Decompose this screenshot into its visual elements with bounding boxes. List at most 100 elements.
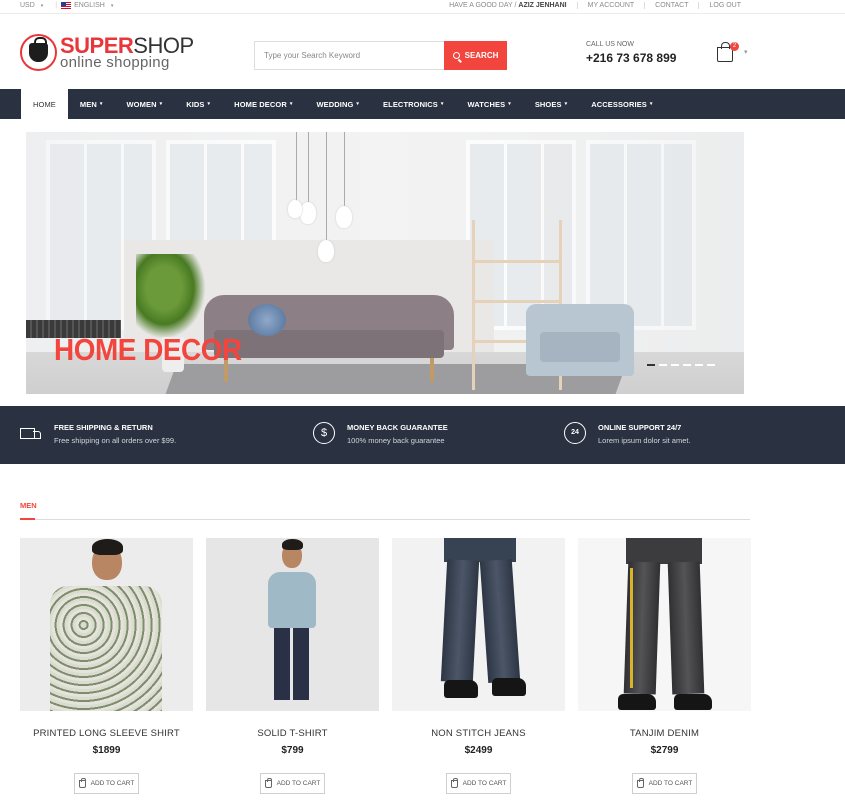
banner-title: HOME DECOR xyxy=(54,332,242,367)
contact-link[interactable]: CONTACT xyxy=(644,2,698,9)
main-nav: HOME MEN ▾ WOMEN ▾ KIDS ▾ HOME DECOR ▾ WEDDI… xyxy=(0,89,845,119)
product-image[interactable] xyxy=(578,538,751,711)
us-flag-icon xyxy=(61,2,72,9)
product-figure-shoe xyxy=(674,694,712,710)
feature-free-shipping: FREE SHIPPING & RETURN Free shipping on … xyxy=(20,422,176,445)
chevron-down-icon: ▾ xyxy=(99,101,103,107)
product-card[interactable]: NON STITCH JEANS $2499 ADD TO CART xyxy=(392,538,565,800)
dollar-icon: $ xyxy=(313,422,335,444)
nav-item-men[interactable]: MEN ▾ xyxy=(68,89,115,119)
product-card[interactable]: SOLID T-SHIRT $799 ADD TO CART xyxy=(206,538,379,800)
nav-label: WATCHES xyxy=(467,99,506,109)
product-figure-shoe xyxy=(492,678,526,696)
search-button-label: SEARCH xyxy=(464,51,499,60)
add-to-cart-label: ADD TO CART xyxy=(276,780,321,787)
cart-button[interactable]: 2 ▾ xyxy=(716,42,756,66)
feature-title: ONLINE SUPPORT 24/7 xyxy=(598,423,682,432)
product-image[interactable] xyxy=(392,538,565,711)
section-divider xyxy=(20,519,750,520)
site-logo[interactable]: SUPERSHOP online shopping xyxy=(20,34,194,74)
nav-item-watches[interactable]: WATCHES ▾ xyxy=(456,89,523,119)
currency-label: USD xyxy=(20,2,35,9)
nav-label: KIDS xyxy=(186,99,205,109)
chevron-down-icon: ▾ xyxy=(564,101,568,107)
product-figure-hair xyxy=(92,539,123,555)
product-figure-legs xyxy=(293,628,309,700)
chevron-down-icon: ▾ xyxy=(207,101,211,107)
chevron-down-icon: ▾ xyxy=(40,3,44,9)
language-selector[interactable]: ENGLISH ▾ xyxy=(61,2,117,9)
greeting-text: HAVE A GOOD DAY / xyxy=(449,2,517,9)
pendant-lamp xyxy=(288,200,302,218)
banner-pillow xyxy=(248,304,286,336)
pendant-lamp xyxy=(336,206,352,228)
slider-dot[interactable] xyxy=(659,364,667,366)
banner-sofa-seat xyxy=(214,330,444,358)
slider-dot[interactable] xyxy=(707,364,715,366)
truck-icon xyxy=(20,422,42,444)
product-name[interactable]: SOLID T-SHIRT xyxy=(206,728,379,739)
hero-banner[interactable]: HOME DECOR xyxy=(26,132,744,394)
banner-plant xyxy=(136,254,206,339)
add-to-cart-button[interactable]: ADD TO CART xyxy=(632,773,697,794)
product-image[interactable] xyxy=(20,538,193,711)
nav-label: ELECTRONICS xyxy=(383,99,438,109)
slider-dot[interactable] xyxy=(695,364,703,366)
nav-item-home-decor[interactable]: HOME DECOR ▾ xyxy=(222,89,304,119)
chevron-down-icon: ▾ xyxy=(159,101,163,107)
feature-desc: 100% money back guarantee xyxy=(347,436,445,445)
nav-item-electronics[interactable]: ELECTRONICS ▾ xyxy=(371,89,455,119)
slider-dot[interactable] xyxy=(683,364,691,366)
currency-selector[interactable]: USD ▾ xyxy=(20,2,47,9)
chevron-down-icon: ▾ xyxy=(356,101,360,107)
support-24-icon: 24 xyxy=(564,422,586,444)
product-name[interactable]: NON STITCH JEANS xyxy=(392,728,565,739)
nav-item-kids[interactable]: KIDS ▾ xyxy=(174,89,222,119)
search-button[interactable]: SEARCH xyxy=(444,41,507,70)
product-name[interactable]: PRINTED LONG SLEEVE SHIRT xyxy=(20,728,193,739)
product-figure-shoe xyxy=(444,680,478,698)
section-title-men[interactable]: MEN xyxy=(20,501,37,510)
feature-title: FREE SHIPPING & RETURN xyxy=(54,423,153,432)
nav-item-women[interactable]: WOMEN ▾ xyxy=(115,89,175,119)
nav-item-wedding[interactable]: WEDDING ▾ xyxy=(304,89,371,119)
slider-dots xyxy=(647,364,719,366)
product-figure-legs xyxy=(667,561,705,695)
greeting: HAVE A GOOD DAY / AZIZ JENHANI xyxy=(449,2,577,9)
product-figure-legs xyxy=(274,628,290,700)
shopping-bag-icon xyxy=(450,777,458,788)
add-to-cart-button[interactable]: ADD TO CART xyxy=(446,773,511,794)
nav-item-home[interactable]: HOME xyxy=(21,89,68,119)
banner-armchair xyxy=(526,304,634,376)
chevron-down-icon: ▾ xyxy=(110,2,114,9)
nav-label: ACCESSORIES xyxy=(591,99,647,109)
cart-count-badge: 2 xyxy=(730,42,739,51)
add-to-cart-label: ADD TO CART xyxy=(648,780,693,787)
search-input[interactable]: Type your Search Keyword xyxy=(254,41,444,70)
logo-tagline: online shopping xyxy=(60,54,170,71)
product-card[interactable]: PRINTED LONG SLEEVE SHIRT $1899 ADD TO C… xyxy=(20,538,193,800)
shopping-bag-icon xyxy=(78,777,86,788)
divider: | xyxy=(55,2,58,9)
add-to-cart-button[interactable]: ADD TO CART xyxy=(260,773,325,794)
product-figure-legs xyxy=(440,559,480,683)
search-icon xyxy=(452,52,460,59)
product-name[interactable]: TANJIM DENIM xyxy=(578,728,751,739)
product-figure xyxy=(268,572,316,628)
top-bar-left: USD ▾ | ENGLISH ▾ xyxy=(20,2,121,9)
product-card[interactable]: TANJIM DENIM $2799 ADD TO CART xyxy=(578,538,751,800)
top-bar-right: HAVE A GOOD DAY / AZIZ JENHANI MY ACCOUN… xyxy=(449,2,751,9)
features-strip: FREE SHIPPING & RETURN Free shipping on … xyxy=(0,406,845,464)
chevron-down-icon: ▾ xyxy=(289,101,293,107)
add-to-cart-button[interactable]: ADD TO CART xyxy=(74,773,139,794)
logout-link[interactable]: LOG OUT xyxy=(698,2,751,9)
my-account-link[interactable]: MY ACCOUNT xyxy=(576,2,645,9)
nav-item-shoes[interactable]: SHOES ▾ xyxy=(523,89,579,119)
product-image[interactable] xyxy=(206,538,379,711)
slider-dot[interactable] xyxy=(671,364,679,366)
nav-label: HOME DECOR xyxy=(234,99,287,109)
product-price: $799 xyxy=(281,745,304,756)
slider-dot[interactable] xyxy=(647,364,655,366)
lamp-cord xyxy=(296,132,297,202)
nav-item-accessories[interactable]: ACCESSORIES ▾ xyxy=(579,89,664,119)
